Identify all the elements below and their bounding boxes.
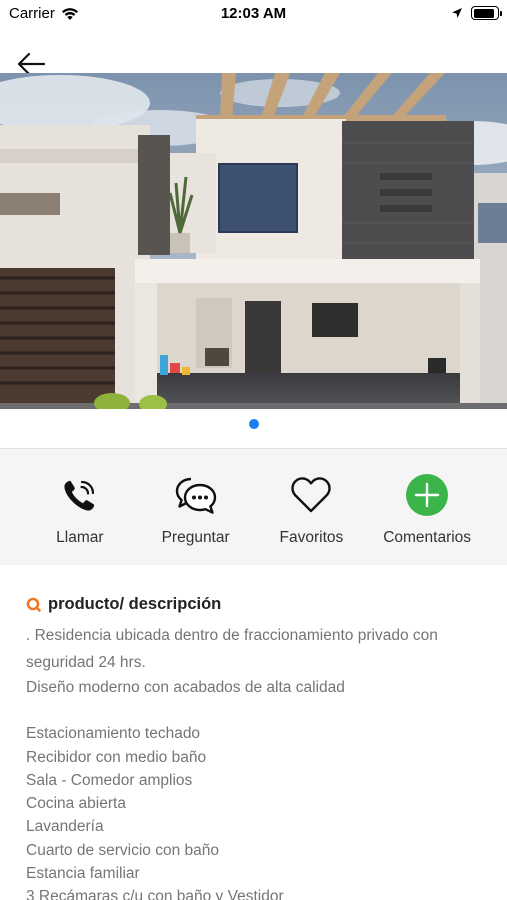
description-lines-a: Diseño moderno con acabados de alta cali… bbox=[26, 676, 486, 699]
description-line: Lavandería bbox=[26, 818, 104, 836]
search-icon bbox=[26, 597, 41, 612]
product-section: producto/ descripción . Residencia ubica… bbox=[0, 565, 507, 900]
comments-button[interactable]: Comentarios bbox=[369, 449, 485, 565]
description-line: Sala - Comedor amplios bbox=[26, 771, 193, 789]
ask-button[interactable]: Preguntar bbox=[138, 449, 254, 565]
ask-label: Preguntar bbox=[161, 529, 230, 546]
description-gap bbox=[26, 699, 486, 722]
phone-icon bbox=[64, 480, 95, 511]
action-bar: Llamar Preguntar Favoritos Comentarios bbox=[0, 449, 507, 565]
description-line: Recibidor con medio baño bbox=[26, 748, 207, 766]
description-line: Cuarto de servicio con baño bbox=[26, 841, 220, 859]
location-arrow-icon bbox=[452, 8, 462, 18]
description-line: Estacionamiento techado bbox=[26, 725, 201, 743]
favorites-button[interactable]: Favoritos bbox=[254, 449, 370, 565]
description-lines-b: Estacionamiento techado Recibidor con me… bbox=[26, 722, 486, 900]
call-label: Llamar bbox=[56, 529, 104, 546]
favorites-label: Favoritos bbox=[279, 529, 344, 546]
pager-dot-active[interactable] bbox=[248, 419, 259, 429]
plus-circle-icon bbox=[406, 474, 449, 516]
gallery-image[interactable] bbox=[0, 73, 507, 409]
description-line: Diseño moderno con acabados de alta cali… bbox=[26, 679, 345, 696]
heart-icon bbox=[291, 477, 332, 513]
status-bar: Carrier 12:03 AM bbox=[0, 0, 507, 30]
nav-bar bbox=[0, 30, 507, 76]
house-photo bbox=[0, 73, 507, 409]
battery-icon bbox=[471, 6, 502, 20]
section-title: producto/ descripción bbox=[48, 595, 222, 613]
product-description: . Residencia ubicada dentro de fracciona… bbox=[26, 622, 486, 900]
gallery-pager bbox=[0, 419, 507, 431]
description-line: Cocina abierta bbox=[26, 795, 126, 813]
comments-label: Comentarios bbox=[383, 529, 472, 546]
clock: 12:03 AM bbox=[220, 5, 287, 22]
section-header: producto/ descripción bbox=[26, 595, 221, 614]
description-line: 3 Recámaras c/u con baño y Vestidor bbox=[26, 888, 284, 900]
description-intro: . Residencia ubicada dentro de fracciona… bbox=[26, 627, 438, 671]
description-line: Estancia familiar bbox=[26, 865, 140, 883]
chat-bubbles-icon bbox=[175, 477, 216, 514]
call-button[interactable]: Llamar bbox=[22, 449, 138, 565]
